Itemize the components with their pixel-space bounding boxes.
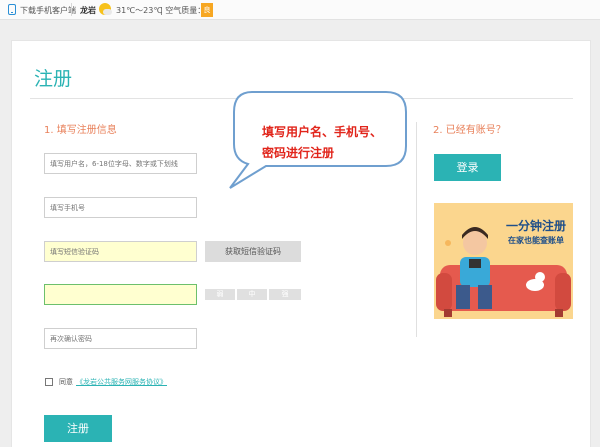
column-divider (416, 122, 417, 337)
agree-label: 同意 (59, 378, 73, 386)
air-quality-badge: 良 (201, 3, 213, 17)
mobile-phone-icon (8, 4, 16, 15)
download-app-link[interactable]: 下载手机客户端 (20, 5, 76, 16)
callout-line1: 填写用户名、手机号、 (262, 125, 383, 139)
callout-line2: 密码进行注册 (262, 146, 335, 160)
confirm-password-input[interactable] (44, 328, 197, 349)
divider (71, 3, 72, 16)
sms-code-input[interactable] (44, 241, 197, 262)
weather-sun-cloud-icon (99, 3, 112, 15)
strength-medium: 中 (237, 289, 267, 300)
agree-checkbox[interactable] (45, 378, 53, 386)
login-button[interactable]: 登录 (434, 154, 501, 181)
strength-strong: 强 (269, 289, 301, 300)
phone-input[interactable] (44, 197, 197, 218)
login-step-title: 2. 已经有账号？ (433, 125, 506, 136)
register-promo-banner[interactable]: 一分钟注册 在家也能查账单 (434, 203, 573, 319)
password-input[interactable] (44, 284, 197, 305)
strength-weak: 弱 (205, 289, 235, 300)
register-step-title: 1. 填写注册信息 (44, 125, 117, 136)
top-bar: 下载手机客户端 龙岩 31℃～23℃ | 空气质量： 良 (0, 0, 600, 20)
username-input[interactable] (44, 153, 197, 174)
page-title: 注册 (34, 68, 73, 90)
city-name[interactable]: 龙岩 (80, 5, 96, 16)
air-quality-label: | 空气质量： (160, 6, 206, 15)
register-button[interactable]: 注册 (44, 415, 112, 442)
promo-line2: 在家也能查账单 (508, 236, 564, 245)
terms-link[interactable]: 《龙岩公共服务网服务协议》 (76, 377, 167, 387)
get-sms-code-button[interactable]: 获取短信验证码 (205, 241, 301, 262)
callout-text: 填写用户名、手机号、 密码进行注册 (262, 122, 402, 164)
temperature: 31℃～23℃ (116, 6, 163, 15)
promo-line1: 一分钟注册 (506, 219, 567, 233)
